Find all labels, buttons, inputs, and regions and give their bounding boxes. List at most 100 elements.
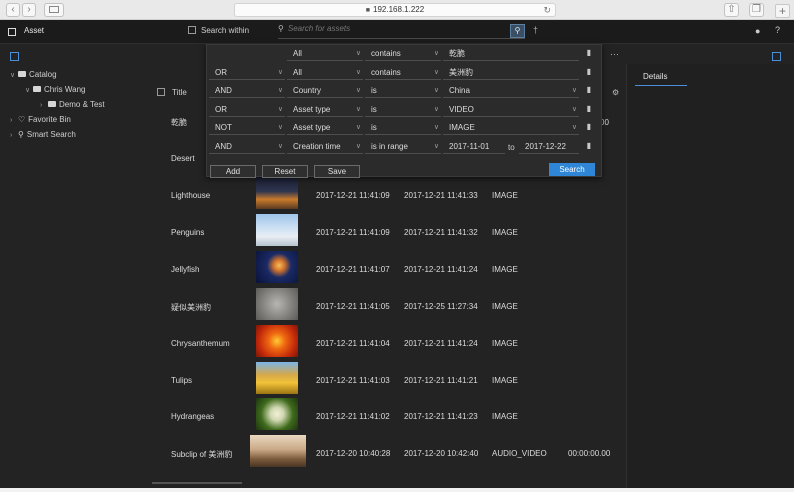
tree-item-favorite-bin[interactable]: › ♡ Favorite Bin [10,115,71,127]
thumbnail-image[interactable] [256,251,298,283]
condition-operator-select[interactable]: is in range ∨ [365,141,441,154]
condition-field-select[interactable]: Asset type ∨ [287,104,363,117]
search-button[interactable]: Search [549,163,595,176]
chevron-down-icon[interactable]: ∨ [10,71,18,79]
select-value: Asset type [293,123,331,132]
left-panel-toggle-icon[interactable] [10,52,19,61]
new-tab-button[interactable]: + [775,4,790,18]
row-modified: 2017-12-21 11:41:33 [404,191,478,200]
advanced-search-button[interactable]: ⚲ [510,24,525,38]
table-row[interactable]: Penguins 2017-12-21 11:41:09 2017-12-21 … [152,214,622,251]
condition-value-select[interactable]: VIDEO ∨ [443,104,579,117]
condition-value-select[interactable]: IMAGE ∨ [443,122,579,135]
condition-logic-select[interactable]: NOT ∨ [209,122,285,135]
help-icon[interactable]: ? [775,25,780,35]
row-title[interactable]: Penguins [171,228,204,237]
condition-logic-select[interactable]: OR ∨ [209,67,285,80]
right-panel-toggle-icon[interactable] [772,52,781,61]
horizontal-scrollbar[interactable] [152,482,242,484]
condition-field-select[interactable]: All ∨ [287,67,363,80]
row-title[interactable]: Tulips [171,376,192,385]
address-bar[interactable]: ■ 192.168.1.222 ↻ [234,3,556,17]
thumbnail-image[interactable] [256,177,298,209]
condition-field-select[interactable]: All ∨ [287,48,363,61]
condition-operator-select[interactable]: is ∨ [365,122,441,135]
table-row[interactable]: Subclip of 美洲豹 2017-12-20 10:40:28 2017-… [152,435,622,472]
app-menu-icon[interactable] [8,28,16,36]
condition-field-select[interactable]: Country ∨ [287,85,363,98]
list-item-title[interactable]: Desert [171,154,195,163]
condition-value-select[interactable]: China ∨ [443,85,579,98]
reload-icon[interactable]: ↻ [543,4,551,16]
share-button[interactable]: ⇧ [724,3,739,17]
row-title[interactable]: Lighthouse [171,191,210,200]
thumbnail-image[interactable] [256,214,298,246]
tree-item-demo-test[interactable]: › Demo & Test [40,100,105,112]
chevron-right-icon[interactable]: › [40,102,48,109]
search-input[interactable]: ⚲ Search for assets [278,24,525,39]
chevron-down-icon: ∨ [433,124,439,131]
table-row[interactable]: Jellyfish 2017-12-21 11:41:07 2017-12-21… [152,251,622,288]
tree-item-chris-wang[interactable]: ∨ Chris Wang [25,85,86,97]
trash-icon[interactable]: ▮ [585,104,593,114]
save-button[interactable]: Save [314,165,360,178]
chevron-down-icon[interactable]: ∨ [25,86,33,94]
table-row[interactable]: Hydrangeas 2017-12-21 11:41:02 2017-12-2… [152,398,622,435]
condition-field-select[interactable]: Asset type ∨ [287,122,363,135]
condition-value-input[interactable]: 乾脆 [443,48,579,61]
date-from-input[interactable]: 2017-11-01 [443,141,505,154]
more-options-icon[interactable]: ··· [610,49,619,59]
trash-icon[interactable]: ▮ [585,122,593,132]
chevron-right-icon[interactable]: › [10,132,18,139]
table-row[interactable]: Chrysanthemum 2017-12-21 11:41:04 2017-1… [152,325,622,362]
condition-operator-select[interactable]: is ∨ [365,104,441,117]
chevron-down-icon: ∨ [355,106,361,113]
back-button[interactable]: ‹ [6,3,20,17]
table-row[interactable]: Tulips 2017-12-21 11:41:03 2017-12-21 11… [152,362,622,399]
select-all-checkbox[interactable] [157,88,165,96]
add-condition-button[interactable]: Add [210,165,256,178]
reset-button[interactable]: Reset [262,165,308,178]
user-icon[interactable]: ● [755,26,760,36]
select-value: China [449,86,470,95]
pin-icon[interactable]: † [533,25,538,35]
column-settings-icon[interactable]: ⚙ [612,88,619,97]
tabs-button[interactable]: ❐ [749,3,764,17]
thumbnail-image[interactable] [250,435,306,467]
trash-icon[interactable]: ▮ [585,48,593,58]
thumbnail-image[interactable] [256,325,298,357]
thumbnail-image[interactable] [256,362,298,394]
condition-operator-select[interactable]: is ∨ [365,85,441,98]
condition-value-input[interactable]: 美洲豹 [443,67,579,80]
column-header-title[interactable]: Title [172,88,187,97]
table-row[interactable]: 疑似美洲豹 2017-12-21 11:41:05 2017-12-25 11:… [152,288,622,325]
condition-logic-select[interactable]: OR ∨ [209,104,285,117]
row-title[interactable]: Hydrangeas [171,412,214,421]
condition-operator-select[interactable]: contains ∨ [365,48,441,61]
trash-icon[interactable]: ▮ [585,141,593,151]
table-row[interactable]: Lighthouse 2017-12-21 11:41:09 2017-12-2… [152,177,622,214]
search-within-checkbox[interactable] [188,26,196,34]
chevron-right-icon[interactable]: › [10,117,18,124]
row-title[interactable]: Chrysanthemum [171,339,230,348]
sidebar-toggle-button[interactable] [44,3,64,17]
list-item-title[interactable]: 乾脆 [171,117,187,128]
row-title[interactable]: Jellyfish [171,265,199,274]
trash-icon[interactable]: ▮ [585,85,593,95]
condition-logic-select[interactable]: AND ∨ [209,85,285,98]
thumbnail-image[interactable] [256,288,298,320]
forward-button[interactable]: › [22,3,36,17]
thumbnail-image[interactable] [256,398,298,430]
condition-field-select[interactable]: Creation time ∨ [287,141,363,154]
date-to-input[interactable]: 2017-12-22 [519,141,579,154]
select-value: NOT [215,123,232,132]
tree-item-catalog[interactable]: ∨ Catalog [10,70,57,82]
trash-icon[interactable]: ▮ [585,67,593,77]
search-within-toggle[interactable]: Search within [188,26,249,35]
condition-operator-select[interactable]: contains ∨ [365,67,441,80]
row-title[interactable]: 疑似美洲豹 [171,302,211,313]
tab-details[interactable]: Details [635,72,687,86]
condition-logic-select[interactable]: AND ∨ [209,141,285,154]
tree-item-smart-search[interactable]: › ⚲ Smart Search [10,130,76,142]
row-title[interactable]: Subclip of 美洲豹 [171,449,232,460]
